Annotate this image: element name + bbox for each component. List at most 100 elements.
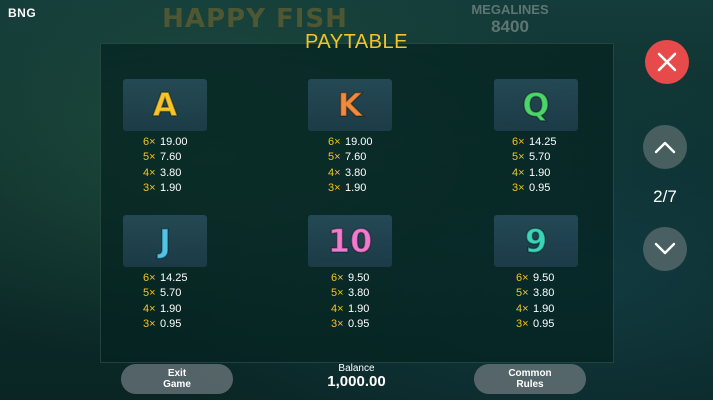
- pay-value: 5.70: [529, 151, 551, 164]
- pay-row: 6× 14.25: [512, 135, 557, 150]
- page-title: PAYTABLE: [305, 31, 408, 53]
- pay-row: 3× 0.95: [516, 317, 554, 332]
- pay-row: 5× 3.80: [516, 286, 554, 301]
- symbol-a: A: [123, 79, 207, 131]
- next-page-button[interactable]: [643, 227, 687, 271]
- symbol-10-glyph: 10: [327, 221, 373, 261]
- common-rules-label-line2: Rules: [516, 379, 544, 390]
- pay-value: 1.90: [533, 302, 555, 315]
- pay-multiplier: 5×: [143, 287, 156, 300]
- exit-game-button[interactable]: Exit Game: [121, 364, 233, 394]
- symbol-q-glyph: Q: [522, 85, 551, 125]
- pay-multiplier: 5×: [516, 287, 529, 300]
- pay-value: 1.90: [345, 181, 367, 194]
- pay-value: 1.90: [160, 302, 182, 315]
- symbol-q: Q: [494, 79, 578, 131]
- pay-value: 3.80: [348, 287, 370, 300]
- chevron-up-icon: [654, 141, 676, 154]
- pay-row: 5× 7.60: [328, 150, 373, 165]
- pay-row: 4× 3.80: [143, 166, 188, 181]
- pay-multiplier: 4×: [512, 166, 525, 179]
- pay-row: 3× 0.95: [331, 317, 369, 332]
- paytable-9: 6× 9.50 5× 3.80 4× 1.90 3× 0.95: [516, 271, 554, 332]
- pay-value: 7.60: [345, 151, 367, 164]
- pay-value: 1.90: [529, 166, 551, 179]
- pay-multiplier: 4×: [516, 302, 529, 315]
- pay-row: 4× 1.90: [143, 302, 188, 317]
- pay-multiplier: 6×: [143, 272, 156, 284]
- pay-multiplier: 5×: [328, 151, 341, 164]
- pay-multiplier: 4×: [328, 166, 341, 179]
- symbol-j: J: [123, 215, 207, 267]
- previous-page-button[interactable]: [643, 125, 687, 169]
- pay-multiplier: 3×: [143, 317, 156, 330]
- paytable-j: 6× 14.25 5× 5.70 4× 1.90 3× 0.95: [143, 271, 188, 332]
- pay-row: 6× 19.00: [143, 135, 188, 150]
- paytable-a: 6× 19.00 5× 7.60 4× 3.80 3× 1.90: [143, 135, 188, 196]
- pay-row: 6× 14.25: [143, 271, 188, 286]
- symbol-k-glyph: K: [337, 85, 363, 125]
- close-icon: [657, 52, 677, 72]
- pay-multiplier: 4×: [143, 302, 156, 315]
- pay-row: 6× 9.50: [516, 271, 554, 286]
- pay-multiplier: 3×: [331, 317, 344, 330]
- pay-value: 0.95: [348, 317, 370, 330]
- megalines-label: MEGALINES: [471, 2, 549, 17]
- pay-row: 3× 1.90: [328, 181, 373, 196]
- symbol-9-glyph: 9: [524, 221, 548, 261]
- pay-value: 0.95: [529, 181, 551, 194]
- pay-value: 3.80: [160, 166, 182, 179]
- pay-value: 19.00: [160, 136, 188, 148]
- pay-multiplier: 3×: [516, 317, 529, 330]
- pay-multiplier: 4×: [331, 302, 344, 315]
- pay-row: 3× 0.95: [512, 181, 557, 196]
- pay-value: 9.50: [533, 272, 555, 284]
- pay-row: 4× 1.90: [331, 302, 369, 317]
- pay-value: 7.60: [160, 151, 182, 164]
- provider-logo: BNG: [8, 6, 37, 20]
- pay-row: 6× 9.50: [331, 271, 369, 286]
- paytable-q: 6× 14.25 5× 5.70 4× 1.90 3× 0.95: [512, 135, 557, 196]
- pay-multiplier: 6×: [143, 136, 156, 148]
- pay-value: 0.95: [533, 317, 555, 330]
- symbol-k: K: [308, 79, 392, 131]
- chevron-down-icon: [654, 242, 676, 255]
- symbol-9: 9: [494, 215, 578, 267]
- symbol-10: 10: [308, 215, 392, 267]
- pay-row: 4× 3.80: [328, 166, 373, 181]
- pay-row: 4× 1.90: [516, 302, 554, 317]
- page-indicator: 2/7: [653, 187, 677, 206]
- pay-multiplier: 5×: [143, 151, 156, 164]
- pay-row: 5× 5.70: [143, 286, 188, 301]
- pay-multiplier: 6×: [331, 272, 344, 284]
- paytable-k: 6× 19.00 5× 7.60 4× 3.80 3× 1.90: [328, 135, 373, 196]
- pay-value: 0.95: [160, 317, 182, 330]
- common-rules-button[interactable]: Common Rules: [474, 364, 586, 394]
- symbol-j-glyph: J: [158, 221, 171, 261]
- pay-row: 3× 0.95: [143, 317, 188, 332]
- pay-value: 9.50: [348, 272, 370, 284]
- balance-value: 1,000.00: [327, 373, 386, 390]
- pay-multiplier: 3×: [328, 181, 341, 194]
- exit-game-label-line2: Game: [163, 379, 191, 390]
- pay-multiplier: 3×: [512, 181, 525, 194]
- background-game-logo: HAPPY FISH: [162, 4, 348, 34]
- pay-row: 5× 3.80: [331, 286, 369, 301]
- close-button[interactable]: [645, 40, 689, 84]
- pay-row: 6× 19.00: [328, 135, 373, 150]
- pay-row: 3× 1.90: [143, 181, 188, 196]
- paytable-10: 6× 9.50 5× 3.80 4× 1.90 3× 0.95: [331, 271, 369, 332]
- pay-value: 1.90: [348, 302, 370, 315]
- pay-value: 3.80: [345, 166, 367, 179]
- pay-multiplier: 5×: [331, 287, 344, 300]
- pay-value: 1.90: [160, 181, 182, 194]
- pay-value: 5.70: [160, 287, 182, 300]
- pay-multiplier: 6×: [328, 136, 341, 148]
- pay-row: 4× 1.90: [512, 166, 557, 181]
- pay-value: 14.25: [160, 272, 188, 284]
- pay-multiplier: 4×: [143, 166, 156, 179]
- pay-multiplier: 5×: [512, 151, 525, 164]
- symbol-a-glyph: A: [152, 85, 178, 125]
- exit-game-label-line1: Exit: [167, 368, 187, 379]
- pay-value: 14.25: [529, 136, 557, 148]
